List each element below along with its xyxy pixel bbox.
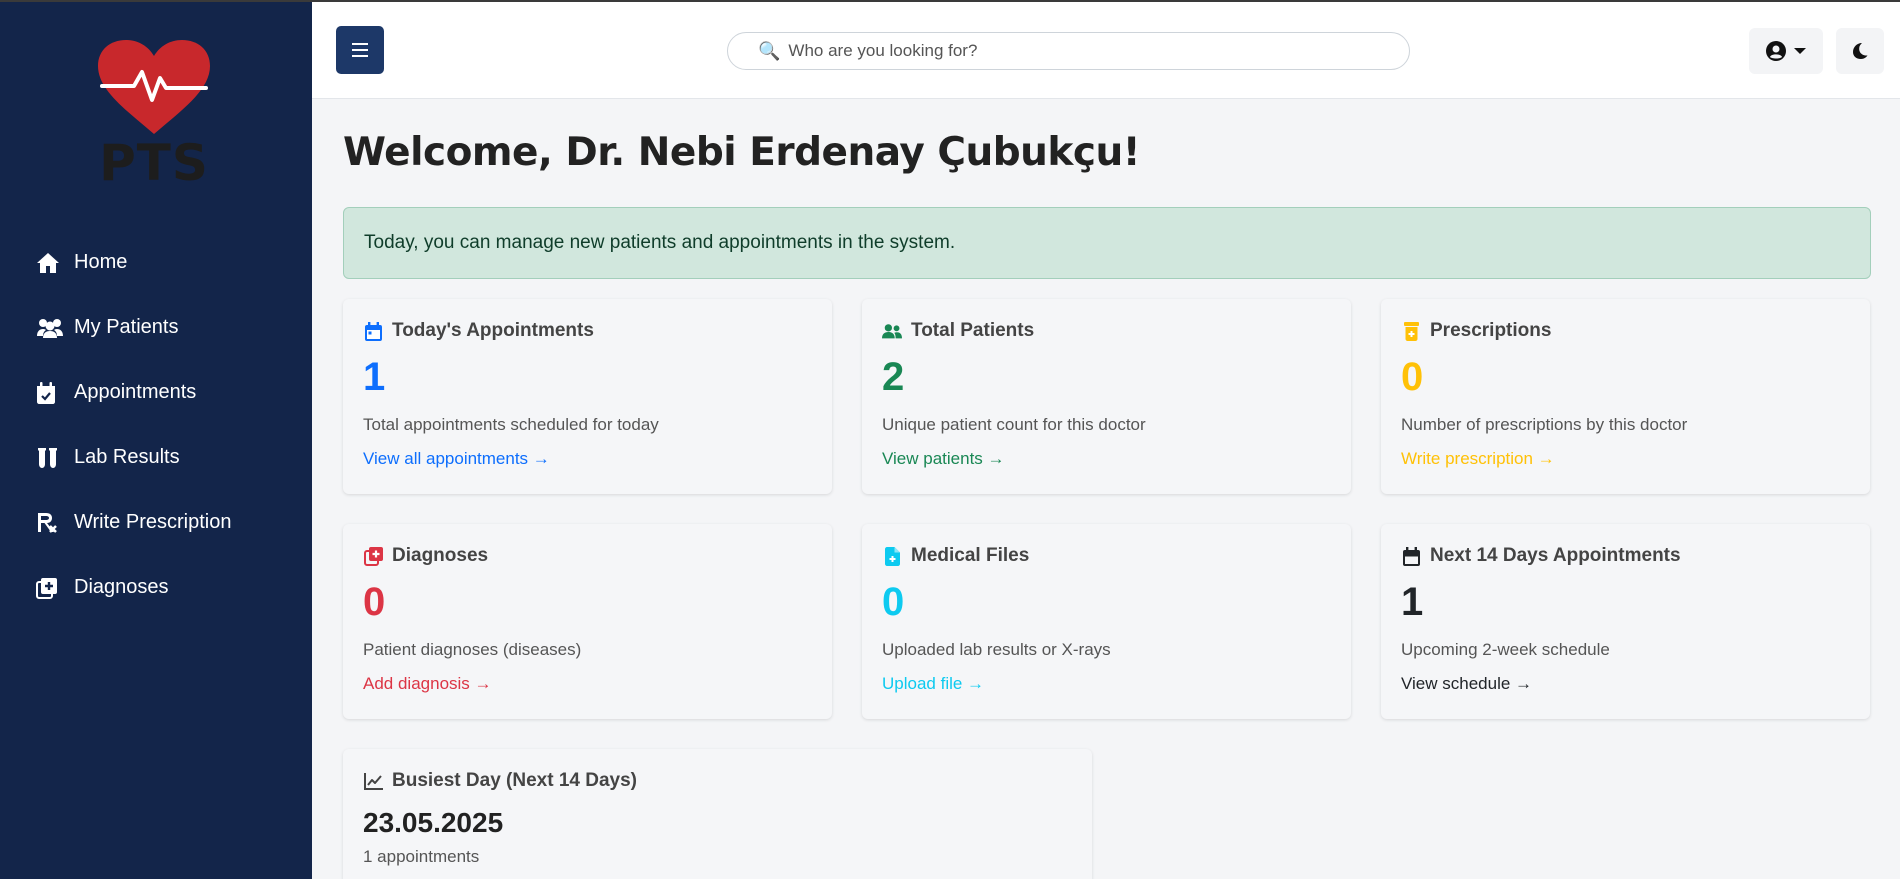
add-diagnosis-link[interactable]: Add diagnosis → [363,674,492,694]
card-description: Patient diagnoses (diseases) [363,640,582,659]
moon-icon [1853,43,1868,59]
card-description: Uploaded lab results or X-rays [882,640,1111,659]
sidebar-item-label: Write Prescription [74,511,232,533]
card-description: Number of prescriptions by this doctor [1401,415,1688,434]
card-value: 0 [1401,355,1424,399]
sidebar-item-label: Diagnoses [74,576,169,598]
sidebar-nav: Home My Patients Appointments Lab Result… [0,230,312,620]
card-value: 2 [882,355,905,399]
search-input[interactable] [788,41,1389,61]
card-diagnoses: Diagnoses 0 Patient diagnoses (diseases)… [343,524,832,719]
card-value: 0 [363,580,386,624]
calendar-check-icon [36,381,64,405]
chart-line-icon [363,771,383,791]
card-description: Total appointments scheduled for today [363,415,659,434]
view-patients-link[interactable]: View patients → [882,449,1005,469]
card-title: Next 14 Days Appointments [1430,545,1681,566]
card-title: Prescriptions [1430,320,1552,341]
write-prescription-link[interactable]: Write prescription → [1401,449,1555,469]
theme-toggle-button[interactable] [1836,28,1884,74]
card-title: Today's Appointments [392,320,594,341]
pts-logo[interactable]: PTS [96,38,212,192]
card-value: 1 [1401,580,1424,624]
user-menu-button[interactable] [1749,28,1823,74]
sidebar: PTS Home My Patients Appointments Lab Re… [0,0,312,879]
card-description: Unique patient count for this doctor [882,415,1146,434]
card-title: Busiest Day (Next 14 Days) [392,770,637,791]
card-title: Total Patients [911,320,1035,341]
card-todays-appointments: Today's Appointments 1 Total appointment… [343,299,832,494]
busiest-count: 1 appointments [363,847,480,866]
sidebar-item-my-patients[interactable]: My Patients [0,295,312,360]
top-header: 🔍 [312,2,1900,99]
home-icon [36,251,64,275]
card-prescriptions: Prescriptions 0 Number of prescriptions … [1381,299,1870,494]
card-value: 1 [363,355,386,399]
card-description: Upcoming 2-week schedule [1401,640,1610,659]
prescription-icon [36,511,64,535]
card-title: Diagnoses [392,545,489,566]
users-icon [36,316,64,340]
diagnoses-icon [36,576,64,600]
card-busiest-day: Busiest Day (Next 14 Days) 23.05.2025 1 … [343,749,1092,879]
view-all-appointments-link[interactable]: View all appointments → [363,449,550,469]
info-alert: Today, you can manage new patients and a… [343,207,1871,279]
sidebar-item-diagnoses[interactable]: Diagnoses [0,555,312,620]
top-border [0,0,1900,2]
user-circle-icon [1766,41,1786,61]
sidebar-item-home[interactable]: Home [0,230,312,295]
sidebar-item-write-prescription[interactable]: Write Prescription [0,490,312,555]
prescription-bottle-icon [1401,321,1421,341]
busiest-date: 23.05.2025 [363,807,504,838]
sidebar-item-appointments[interactable]: Appointments [0,360,312,425]
upload-file-link[interactable]: Upload file → [882,674,984,694]
sidebar-item-lab-results[interactable]: Lab Results [0,425,312,490]
logo-text: PTS [99,134,209,192]
calendar-icon [1401,546,1421,566]
card-title: Medical Files [911,545,1030,566]
heart-pulse-icon [98,40,210,134]
hamburger-icon [352,43,368,57]
view-schedule-link[interactable]: View schedule → [1401,674,1532,694]
chevron-down-icon [1794,48,1806,54]
calendar-icon [363,321,383,341]
card-value: 0 [882,580,905,624]
card-total-patients: Total Patients 2 Unique patient count fo… [862,299,1351,494]
diagnoses-icon [363,546,383,566]
sidebar-item-label: Appointments [74,381,197,403]
sidebar-item-label: My Patients [74,316,179,338]
file-medical-icon [882,546,902,566]
card-medical-files: Medical Files 0 Uploaded lab results or … [862,524,1351,719]
users-icon [882,321,902,341]
page-title: Welcome, Dr. Nebi Erdenay Çubukçu! [343,130,1141,175]
sidebar-item-label: Home [74,251,128,273]
card-next-14-days-appointments: Next 14 Days Appointments 1 Upcoming 2-w… [1381,524,1870,719]
menu-toggle-button[interactable] [336,26,384,74]
sidebar-item-label: Lab Results [74,446,180,468]
search-icon: 🔍 [758,40,781,61]
search-bar[interactable]: 🔍 [727,32,1410,70]
vials-icon [36,446,64,470]
